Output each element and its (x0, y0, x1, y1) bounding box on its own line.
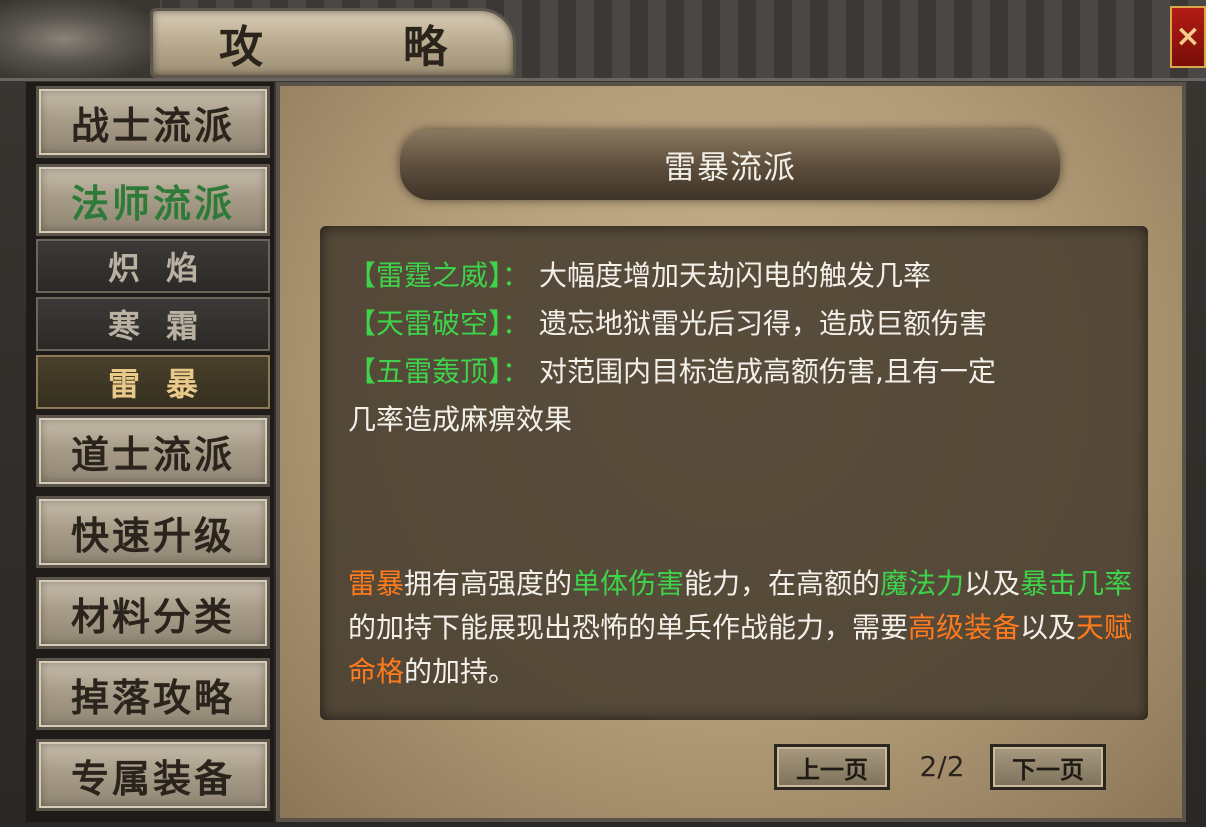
skill-name: 【天雷破空】 (348, 307, 503, 340)
guide-window: 攻 略 × 战士流派 法师流派 炽焰 寒霜 雷暴 道士流派 快速升级 材料分类 … (0, 0, 1206, 827)
description-text: 以及 (964, 567, 1021, 600)
sidebar-subitem-thunder[interactable]: 雷暴 (36, 355, 270, 409)
description-text: 的加持下能展现出恐怖的单兵作战能力，需要 (348, 611, 909, 644)
skill-separator: ： (502, 355, 531, 388)
highlight-text: 雷暴 (348, 567, 405, 600)
next-page-button[interactable]: 下一页 (990, 744, 1106, 790)
sidebar: 战士流派 法师流派 炽焰 寒霜 雷暴 道士流派 快速升级 材料分类 掉落攻略 专… (26, 82, 274, 822)
page-title: 雷暴流派 (663, 148, 796, 186)
sidebar-item-materials[interactable]: 材料分类 (36, 577, 270, 649)
skill-text: 遗忘地狱雷光后习得，造成巨额伤害 (538, 307, 987, 340)
skill-line: 【五雷轰顶】： 对范围内目标造成高额伤害,且有一定 (348, 350, 996, 390)
highlight-text: 魔法力 (880, 567, 965, 600)
highlight-text: 单体伤害 (572, 567, 685, 600)
sidebar-item-warrior[interactable]: 战士流派 (36, 86, 270, 158)
title-bar: 攻 略 × (0, 0, 1206, 81)
content-panel: 雷暴流派 【雷霆之威】： 大幅度增加天劫闪电的触发几率 【天雷破空】： 遗忘地狱… (276, 82, 1186, 822)
sidebar-subitem-frost[interactable]: 寒霜 (36, 297, 270, 351)
title-plate: 攻 略 (150, 8, 516, 78)
sidebar-item-mage[interactable]: 法师流派 (36, 164, 270, 236)
skill-continuation: 几率造成麻痹效果 (348, 403, 573, 436)
dragon-emblem-icon (0, 0, 160, 78)
description-text: 拥有高强度的 (404, 567, 573, 600)
skill-line: 【雷霆之威】： 大幅度增加天劫闪电的触发几率 (348, 254, 931, 294)
school-description: 雷暴拥有高强度的单体伤害能力，在高额的魔法力以及暴击几率的加持下能展现出恐怖的单… (348, 562, 1148, 694)
skill-text: 对范围内目标造成高额伤害,且有一定 (538, 355, 996, 388)
sidebar-item-drops[interactable]: 掉落攻略 (36, 658, 270, 730)
highlight-text: 暴击几率 (1020, 567, 1133, 600)
description-text: 能力，在高额的 (684, 567, 881, 600)
close-button[interactable]: × (1170, 6, 1206, 68)
skill-separator: ： (502, 307, 531, 340)
sidebar-item-fast-level[interactable]: 快速升级 (36, 496, 270, 568)
sidebar-item-taoist[interactable]: 道士流派 (36, 415, 270, 487)
close-icon: × (1175, 19, 1201, 54)
sidebar-subitem-blaze[interactable]: 炽焰 (36, 239, 270, 293)
window-title: 攻 略 (219, 22, 495, 73)
page-indicator: 2/2 (919, 750, 965, 783)
highlight-text: 高级装备 (908, 611, 1021, 644)
header-banner: 雷暴流派 (400, 130, 1060, 200)
skill-text: 大幅度增加天劫闪电的触发几率 (538, 259, 931, 292)
skill-name: 【五雷轰顶】 (348, 355, 503, 388)
skill-name: 【雷霆之威】 (348, 259, 503, 292)
description-text: 以及 (1020, 611, 1077, 644)
skill-line: 【天雷破空】： 遗忘地狱雷光后习得，造成巨额伤害 (348, 302, 987, 342)
sidebar-item-exclusive-gear[interactable]: 专属装备 (36, 739, 270, 811)
description-box: 【雷霆之威】： 大幅度增加天劫闪电的触发几率 【天雷破空】： 遗忘地狱雷光后习得… (320, 226, 1148, 720)
description-text: 的加持。 (404, 655, 517, 688)
skill-separator: ： (502, 259, 531, 292)
prev-page-button[interactable]: 上一页 (774, 744, 890, 790)
